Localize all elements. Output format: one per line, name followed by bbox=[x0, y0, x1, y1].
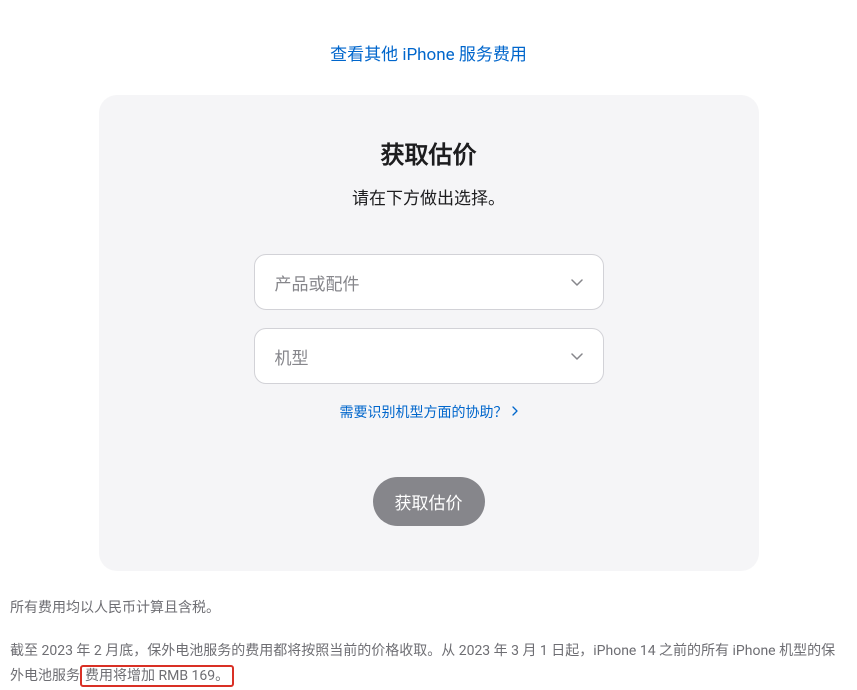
help-link-label: 需要识别机型方面的协助？ bbox=[340, 402, 508, 422]
card-subtitle: 请在下方做出选择。 bbox=[149, 184, 709, 209]
card-title: 获取估价 bbox=[149, 135, 709, 170]
identify-model-help-link[interactable]: 需要识别机型方面的协助？ bbox=[340, 402, 518, 422]
product-select[interactable]: 产品或配件 bbox=[254, 254, 604, 310]
footer-line1: 所有费用均以人民币计算且含税。 bbox=[10, 596, 847, 621]
chevron-down-icon bbox=[571, 276, 583, 288]
product-select-placeholder: 产品或配件 bbox=[275, 270, 360, 295]
chevron-down-icon bbox=[571, 350, 583, 362]
footer-line2: 截至 2023 年 2 月底，保外电池服务的费用都将按照当前的价格收取。从 20… bbox=[10, 639, 847, 689]
help-link-container: 需要识别机型方面的协助？ bbox=[149, 402, 709, 422]
top-link-container: 查看其他 iPhone 服务费用 bbox=[0, 0, 857, 95]
footer-highlight: 费用将增加 RMB 169。 bbox=[80, 665, 234, 687]
estimate-card: 获取估价 请在下方做出选择。 产品或配件 机型 bbox=[99, 95, 759, 571]
model-select[interactable]: 机型 bbox=[254, 328, 604, 384]
get-estimate-button[interactable]: 获取估价 bbox=[373, 477, 485, 526]
model-select-wrapper: 机型 bbox=[254, 328, 604, 384]
footer-text: 所有费用均以人民币计算且含税。 截至 2023 年 2 月底，保外电池服务的费用… bbox=[0, 571, 857, 690]
model-select-placeholder: 机型 bbox=[275, 344, 309, 369]
chevron-right-icon bbox=[512, 404, 518, 420]
product-select-wrapper: 产品或配件 bbox=[254, 254, 604, 310]
other-services-link[interactable]: 查看其他 iPhone 服务费用 bbox=[330, 45, 527, 65]
